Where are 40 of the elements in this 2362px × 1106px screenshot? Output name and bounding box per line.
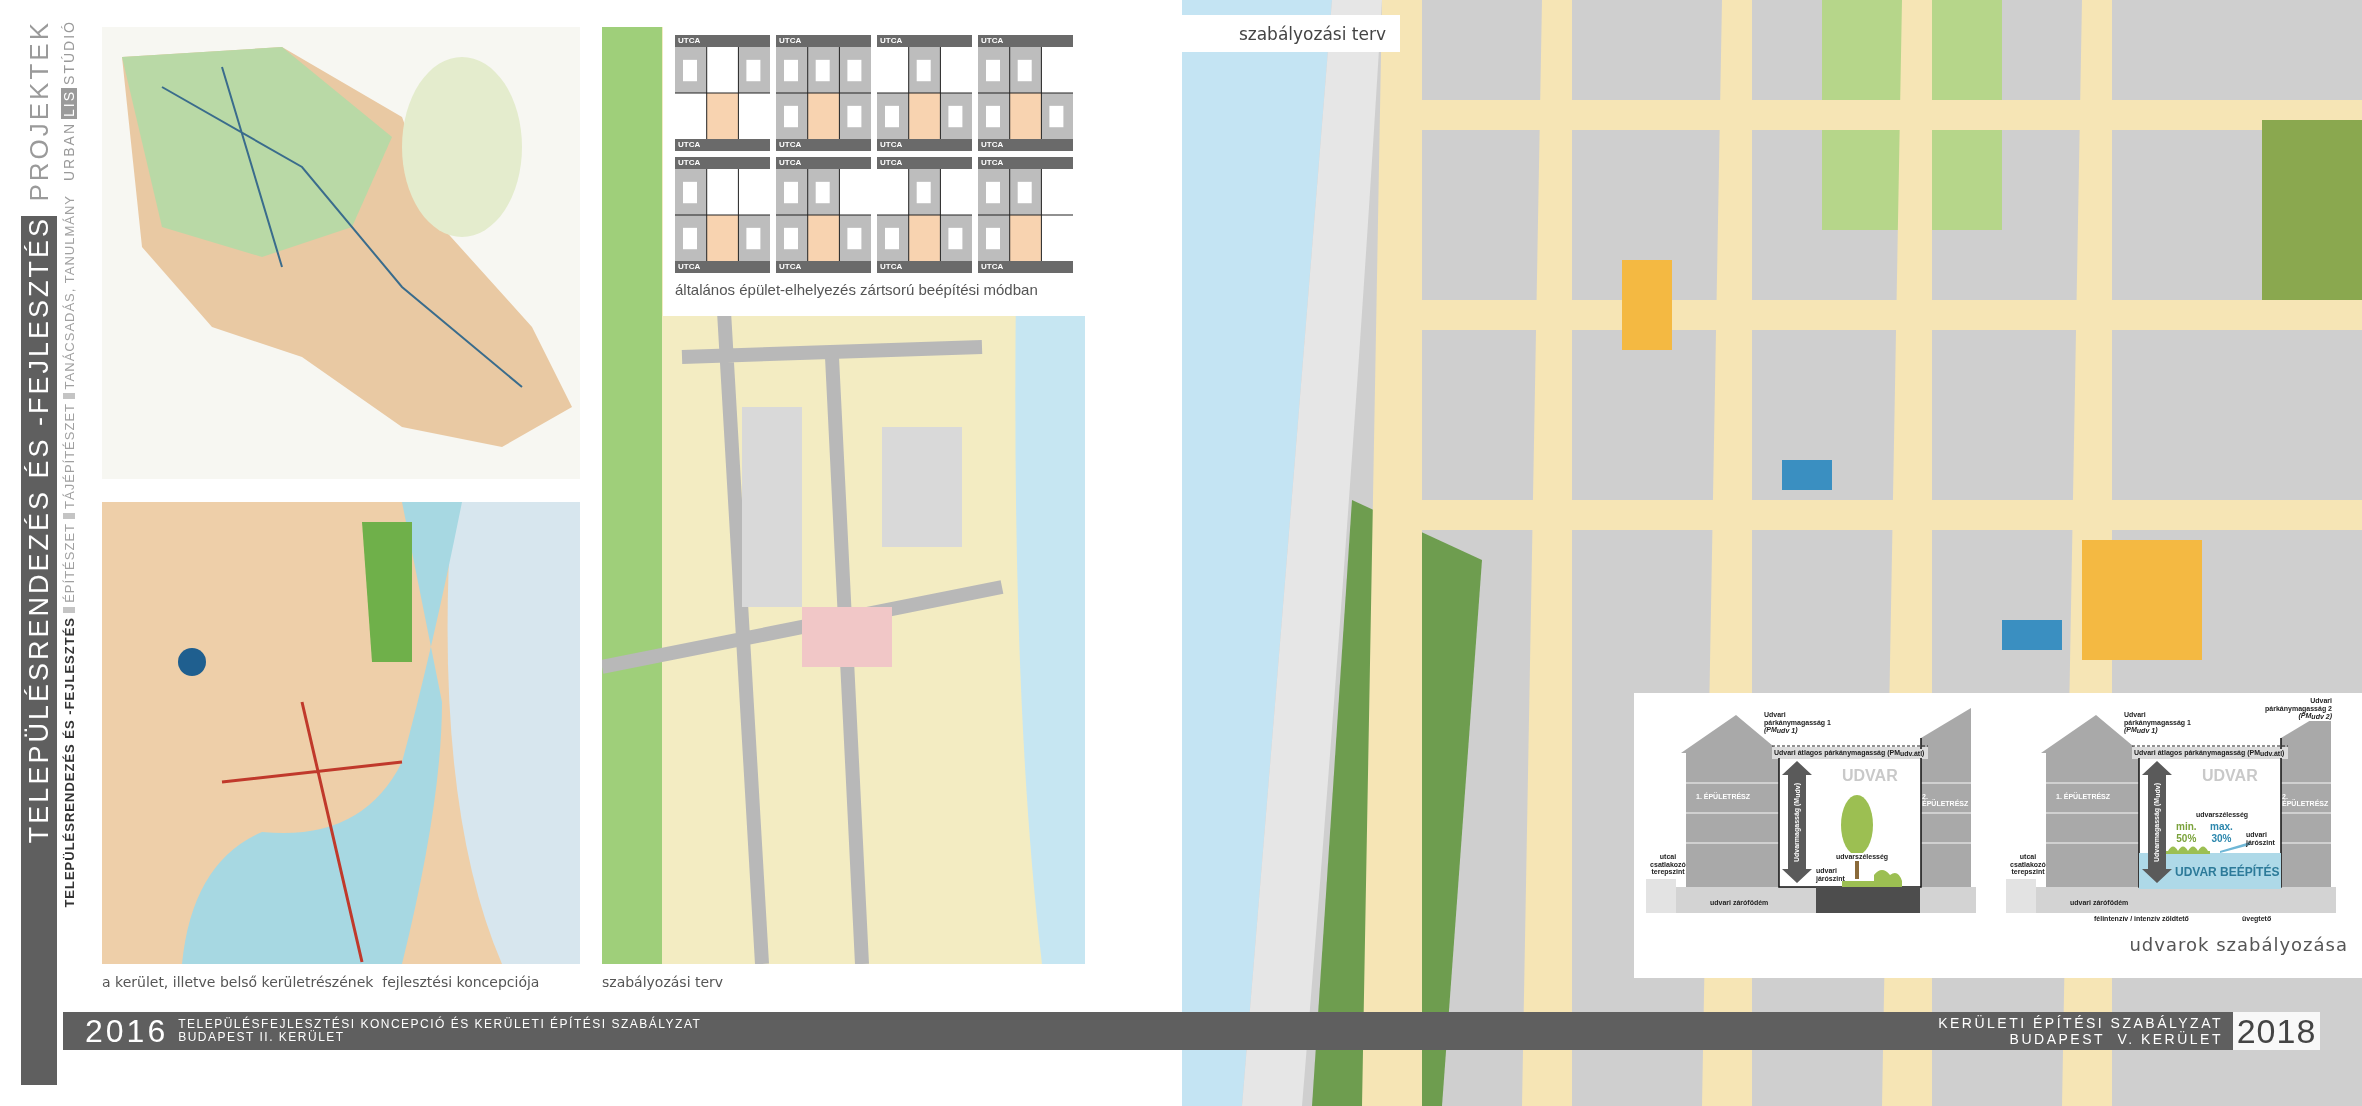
map-caption: a kerület, illetve belső kerületrészének fejlesztési koncepciója — [102, 974, 540, 990]
diagram-caption: általános épület-elhelyezés zártsorú beépítési módban — [675, 281, 1038, 298]
street-label: UTCA — [877, 35, 972, 47]
studio-highlight: LIS — [61, 87, 77, 119]
category-label: TÁJÉPÍTÉSZET — [61, 403, 77, 510]
street-label: UTCA — [776, 139, 871, 151]
street-label: UTCA — [877, 139, 972, 151]
street-label: UTCA — [675, 157, 770, 169]
map-label: szabályozási terv — [1182, 15, 1400, 52]
street-label: UTCA — [776, 35, 871, 47]
section-caption: udvarok szabályozása — [2129, 934, 2348, 955]
street-label: UTCA — [776, 157, 871, 169]
street-label: UTCA — [978, 139, 1073, 151]
street-label: UTCA — [877, 157, 972, 169]
street-label: UTCA — [776, 261, 871, 273]
section-title: PROJEKTEK — [23, 20, 55, 202]
street-label: UTCA — [978, 261, 1073, 273]
project-title: BUDAPEST V. KERÜLET — [2008, 1031, 2223, 1047]
street-label: UTCA — [675, 35, 770, 47]
studio-name: STÚDIÓ — [61, 20, 77, 85]
band-title: TELEPÜLÉSRENDEZÉS ÉS -FEJLESZTÉS — [23, 215, 55, 843]
studio-name: URBAN — [61, 121, 77, 181]
category-label: ÉPÍTÉSZET — [61, 523, 77, 603]
street-label: UTCA — [978, 157, 1073, 169]
year-label: 2016 — [85, 1012, 169, 1050]
project-title: KERÜLETI ÉPÍTÉSI SZABÁLYZAT — [1938, 1015, 2223, 1031]
street-label: UTCA — [675, 261, 770, 273]
category-label: TELEPÜLÉSRENDEZÉS ÉS -FEJLESZTÉS — [61, 617, 77, 908]
category-label: TANÁCSADÁS, TANULMÁNY — [61, 194, 77, 390]
courtyard-built-label: UDVAR BEÉPÍTÉS — [2175, 865, 2280, 879]
street-label: UTCA — [877, 261, 972, 273]
maximum-share-label: max. 30% — [2210, 821, 2233, 845]
minimum-share-label: min. 50% — [2176, 821, 2197, 845]
project-title: BUDAPEST II. KERÜLET — [178, 1031, 346, 1044]
map-caption: szabályozási terv — [602, 974, 724, 990]
project-title: TELEPÜLÉSFEJLESZTÉSI KONCEPCIÓ ÉS KERÜLETI ÉPÍTÉSI SZABÁLYZAT — [178, 1018, 702, 1031]
year-label: 2018 — [2233, 1012, 2320, 1050]
planted-roof-icon — [2166, 846, 2210, 854]
street-label: UTCA — [675, 139, 770, 151]
street-label: UTCA — [978, 35, 1073, 47]
